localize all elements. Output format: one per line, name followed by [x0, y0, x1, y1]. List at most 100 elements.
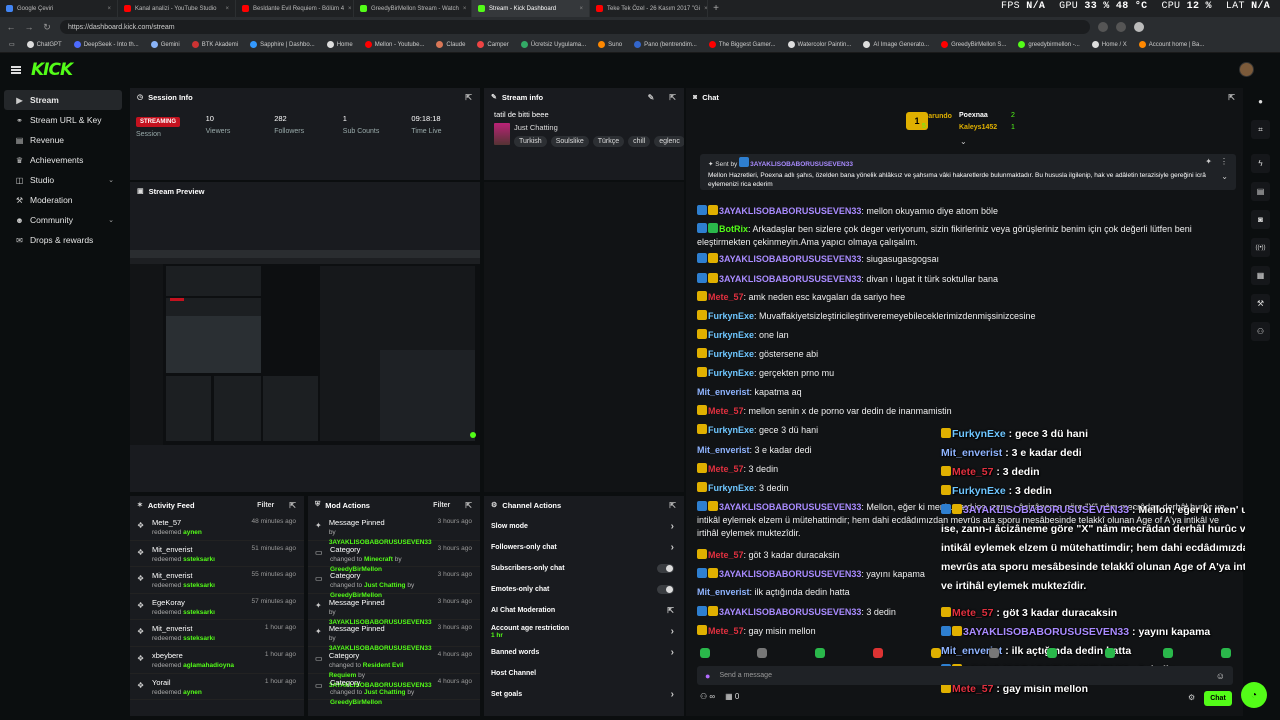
- emote-icon[interactable]: [873, 648, 883, 658]
- emote-icon[interactable]: [815, 648, 825, 658]
- filter-button[interactable]: Filter: [257, 502, 274, 509]
- send-chat-button[interactable]: Chat: [1204, 691, 1232, 706]
- lightning-icon[interactable]: ϟ: [1251, 154, 1270, 173]
- popout-icon[interactable]: ⇱: [289, 501, 296, 510]
- profile-icon[interactable]: [1134, 22, 1144, 32]
- chat-username[interactable]: FurkynExe: [708, 425, 754, 435]
- chat-username[interactable]: FurkynExe: [708, 311, 754, 321]
- bookmark-item[interactable]: BTK Akademi: [187, 41, 243, 48]
- channel-action-followers-only-chat[interactable]: Followers-only chat ›: [484, 537, 684, 558]
- category-name[interactable]: Just Chatting: [514, 123, 684, 132]
- stream-preview-video[interactable]: [130, 250, 480, 445]
- bookmark-item[interactable]: Suno: [593, 41, 627, 48]
- mod-action-target[interactable]: Just Chatting: [364, 689, 406, 696]
- browser-tab[interactable]: Google Çeviri ×: [0, 0, 118, 17]
- popout-icon[interactable]: ⇱: [669, 93, 676, 102]
- chevron-right-icon[interactable]: ›: [671, 647, 674, 658]
- mod-action-target[interactable]: Minecraft: [364, 556, 393, 563]
- calendar-icon[interactable]: ▦: [1251, 266, 1270, 285]
- chevron-down-icon[interactable]: ⌄: [108, 216, 114, 224]
- channel-action-ai-chat-moderation[interactable]: AI Chat Moderation ⇱: [484, 600, 684, 621]
- chat-username[interactable]: 3AYAKLISOBABORUSUSEVEN33: [719, 254, 861, 264]
- browser-tab[interactable]: Besldante Evil Requiem - Bölüm 4 ×: [236, 0, 354, 17]
- bookmark-item[interactable]: Gemini: [146, 41, 185, 48]
- close-icon[interactable]: ×: [348, 6, 352, 12]
- sidebar-item-moderation[interactable]: ⚒ Moderation: [4, 190, 122, 210]
- bookmark-item[interactable]: Watercolor Paintin...: [783, 41, 857, 48]
- bookmark-item[interactable]: Pano (bentrendim...: [629, 41, 702, 48]
- mod-action-actor[interactable]: GreedyBirMellon: [330, 699, 382, 706]
- chat-username[interactable]: Mete_57: [708, 550, 744, 560]
- help-chat-icon[interactable]: ◔: [1241, 682, 1267, 708]
- external-link-icon[interactable]: ⇱: [667, 606, 674, 615]
- chat-username[interactable]: 3AYAKLISOBABORUSUSEVEN33: [719, 206, 861, 216]
- new-tab-icon[interactable]: +: [708, 3, 724, 14]
- chat-username[interactable]: FurkynExe: [708, 368, 754, 378]
- extension-icon[interactable]: [1098, 22, 1108, 32]
- bookmark-item[interactable]: Sapphire | Dashbo...: [245, 41, 320, 48]
- broadcast-icon[interactable]: ((•)): [1251, 238, 1270, 257]
- chat-username[interactable]: Mete_57: [708, 292, 744, 302]
- mic-icon[interactable]: ●: [705, 671, 710, 681]
- back-icon[interactable]: ←: [6, 22, 16, 32]
- activity-user[interactable]: Mit_enverist: [152, 545, 246, 555]
- group-icon[interactable]: ⚇: [1251, 322, 1270, 341]
- tag-chip[interactable]: Türkçe: [592, 136, 625, 147]
- emote-icon[interactable]: [1163, 648, 1173, 658]
- bookmark-item[interactable]: Camper: [472, 41, 513, 48]
- chat-input[interactable]: ● Send a message ☺: [697, 666, 1233, 685]
- mod-action-target[interactable]: Just Chatting: [364, 582, 406, 589]
- wrench-icon[interactable]: ⚒: [1251, 294, 1270, 313]
- activity-user[interactable]: EgeKoray: [152, 598, 246, 608]
- emote-icon[interactable]: [757, 648, 767, 658]
- chat-username[interactable]: 3AYAKLISOBABORUSUSEVEN33: [719, 502, 861, 512]
- avatar[interactable]: [1239, 62, 1254, 77]
- chevron-right-icon[interactable]: ›: [671, 689, 674, 700]
- sidebar-item-drops-rewards[interactable]: ✉ Drops & rewards: [4, 230, 122, 250]
- channel-action-banned-words[interactable]: Banned words ›: [484, 642, 684, 663]
- chevron-right-icon[interactable]: ›: [671, 626, 674, 637]
- filter-button[interactable]: Filter: [433, 502, 450, 509]
- sidebar-item-stream-url-key[interactable]: ⚭ Stream URL & Key: [4, 110, 122, 130]
- sidebar-item-revenue[interactable]: ▤ Revenue: [4, 130, 122, 150]
- bookmarks-folder-icon[interactable]: ▭: [4, 41, 20, 48]
- settings-icon[interactable]: ⚙: [1188, 693, 1195, 702]
- chevron-down-icon[interactable]: ⌄: [1221, 172, 1228, 181]
- sidebar-item-stream[interactable]: ▶ Stream: [4, 90, 122, 110]
- more-icon[interactable]: ⋮: [1220, 157, 1228, 166]
- channel-action-emotes-only-chat[interactable]: Emotes-only chat: [484, 579, 684, 600]
- browser-tab[interactable]: GreedyBirMellon Stream - Watch ×: [354, 0, 472, 17]
- chevron-right-icon[interactable]: ›: [671, 521, 674, 532]
- chat-username[interactable]: 3AYAKLISOBABORUSUSEVEN33: [719, 274, 861, 284]
- popout-icon[interactable]: ⇱: [1228, 93, 1235, 102]
- channel-action-account-age-restriction[interactable]: Account age restriction 1 hr ›: [484, 621, 684, 642]
- chat-username[interactable]: Mete_57: [708, 626, 744, 636]
- browser-tab[interactable]: Stream - Kick Dashboard ×: [472, 0, 590, 17]
- activity-user[interactable]: Mit_enverist: [152, 571, 246, 581]
- tag-chip[interactable]: eglenc: [654, 136, 684, 147]
- bookmark-item[interactable]: greedybirmellon -...: [1013, 41, 1084, 48]
- chat-username[interactable]: FurkynExe: [708, 349, 754, 359]
- bookmark-item[interactable]: Claude: [431, 41, 470, 48]
- channel-action-subscribers-only-chat[interactable]: Subscribers-only chat: [484, 558, 684, 579]
- forward-icon[interactable]: →: [24, 22, 34, 32]
- browser-tab[interactable]: Kanal analizi - YouTube Studio ×: [118, 0, 236, 17]
- close-icon[interactable]: ×: [463, 6, 467, 12]
- emote-icon[interactable]: [989, 648, 999, 658]
- bookmark-item[interactable]: DeepSeek - Into th...: [69, 41, 144, 48]
- activity-user[interactable]: Mit_enverist: [152, 624, 259, 634]
- chat-username[interactable]: Mete_57: [708, 406, 744, 416]
- bookmark-item[interactable]: Ücretsiz Uygulama...: [516, 41, 591, 48]
- activity-user[interactable]: xbeybere: [152, 651, 259, 661]
- pinned-by-user[interactable]: 3AYAKLISOBABORUSUSEVEN33: [750, 161, 853, 168]
- bookmark-item[interactable]: AI Image Generato...: [858, 41, 934, 48]
- chat-username[interactable]: FurkynExe: [708, 483, 754, 493]
- tag-chip[interactable]: Soulslike: [550, 136, 589, 147]
- activity-user[interactable]: Yorail: [152, 678, 259, 688]
- channel-action-host-channel[interactable]: Host Channel: [484, 663, 684, 684]
- popout-icon[interactable]: ⇱: [669, 501, 676, 510]
- popout-icon[interactable]: ⇱: [465, 93, 472, 102]
- chat-username[interactable]: Mit_enverist: [697, 387, 750, 397]
- reload-icon[interactable]: ↻: [42, 22, 52, 33]
- bookmark-item[interactable]: GreedyBirMellon S...: [936, 41, 1011, 48]
